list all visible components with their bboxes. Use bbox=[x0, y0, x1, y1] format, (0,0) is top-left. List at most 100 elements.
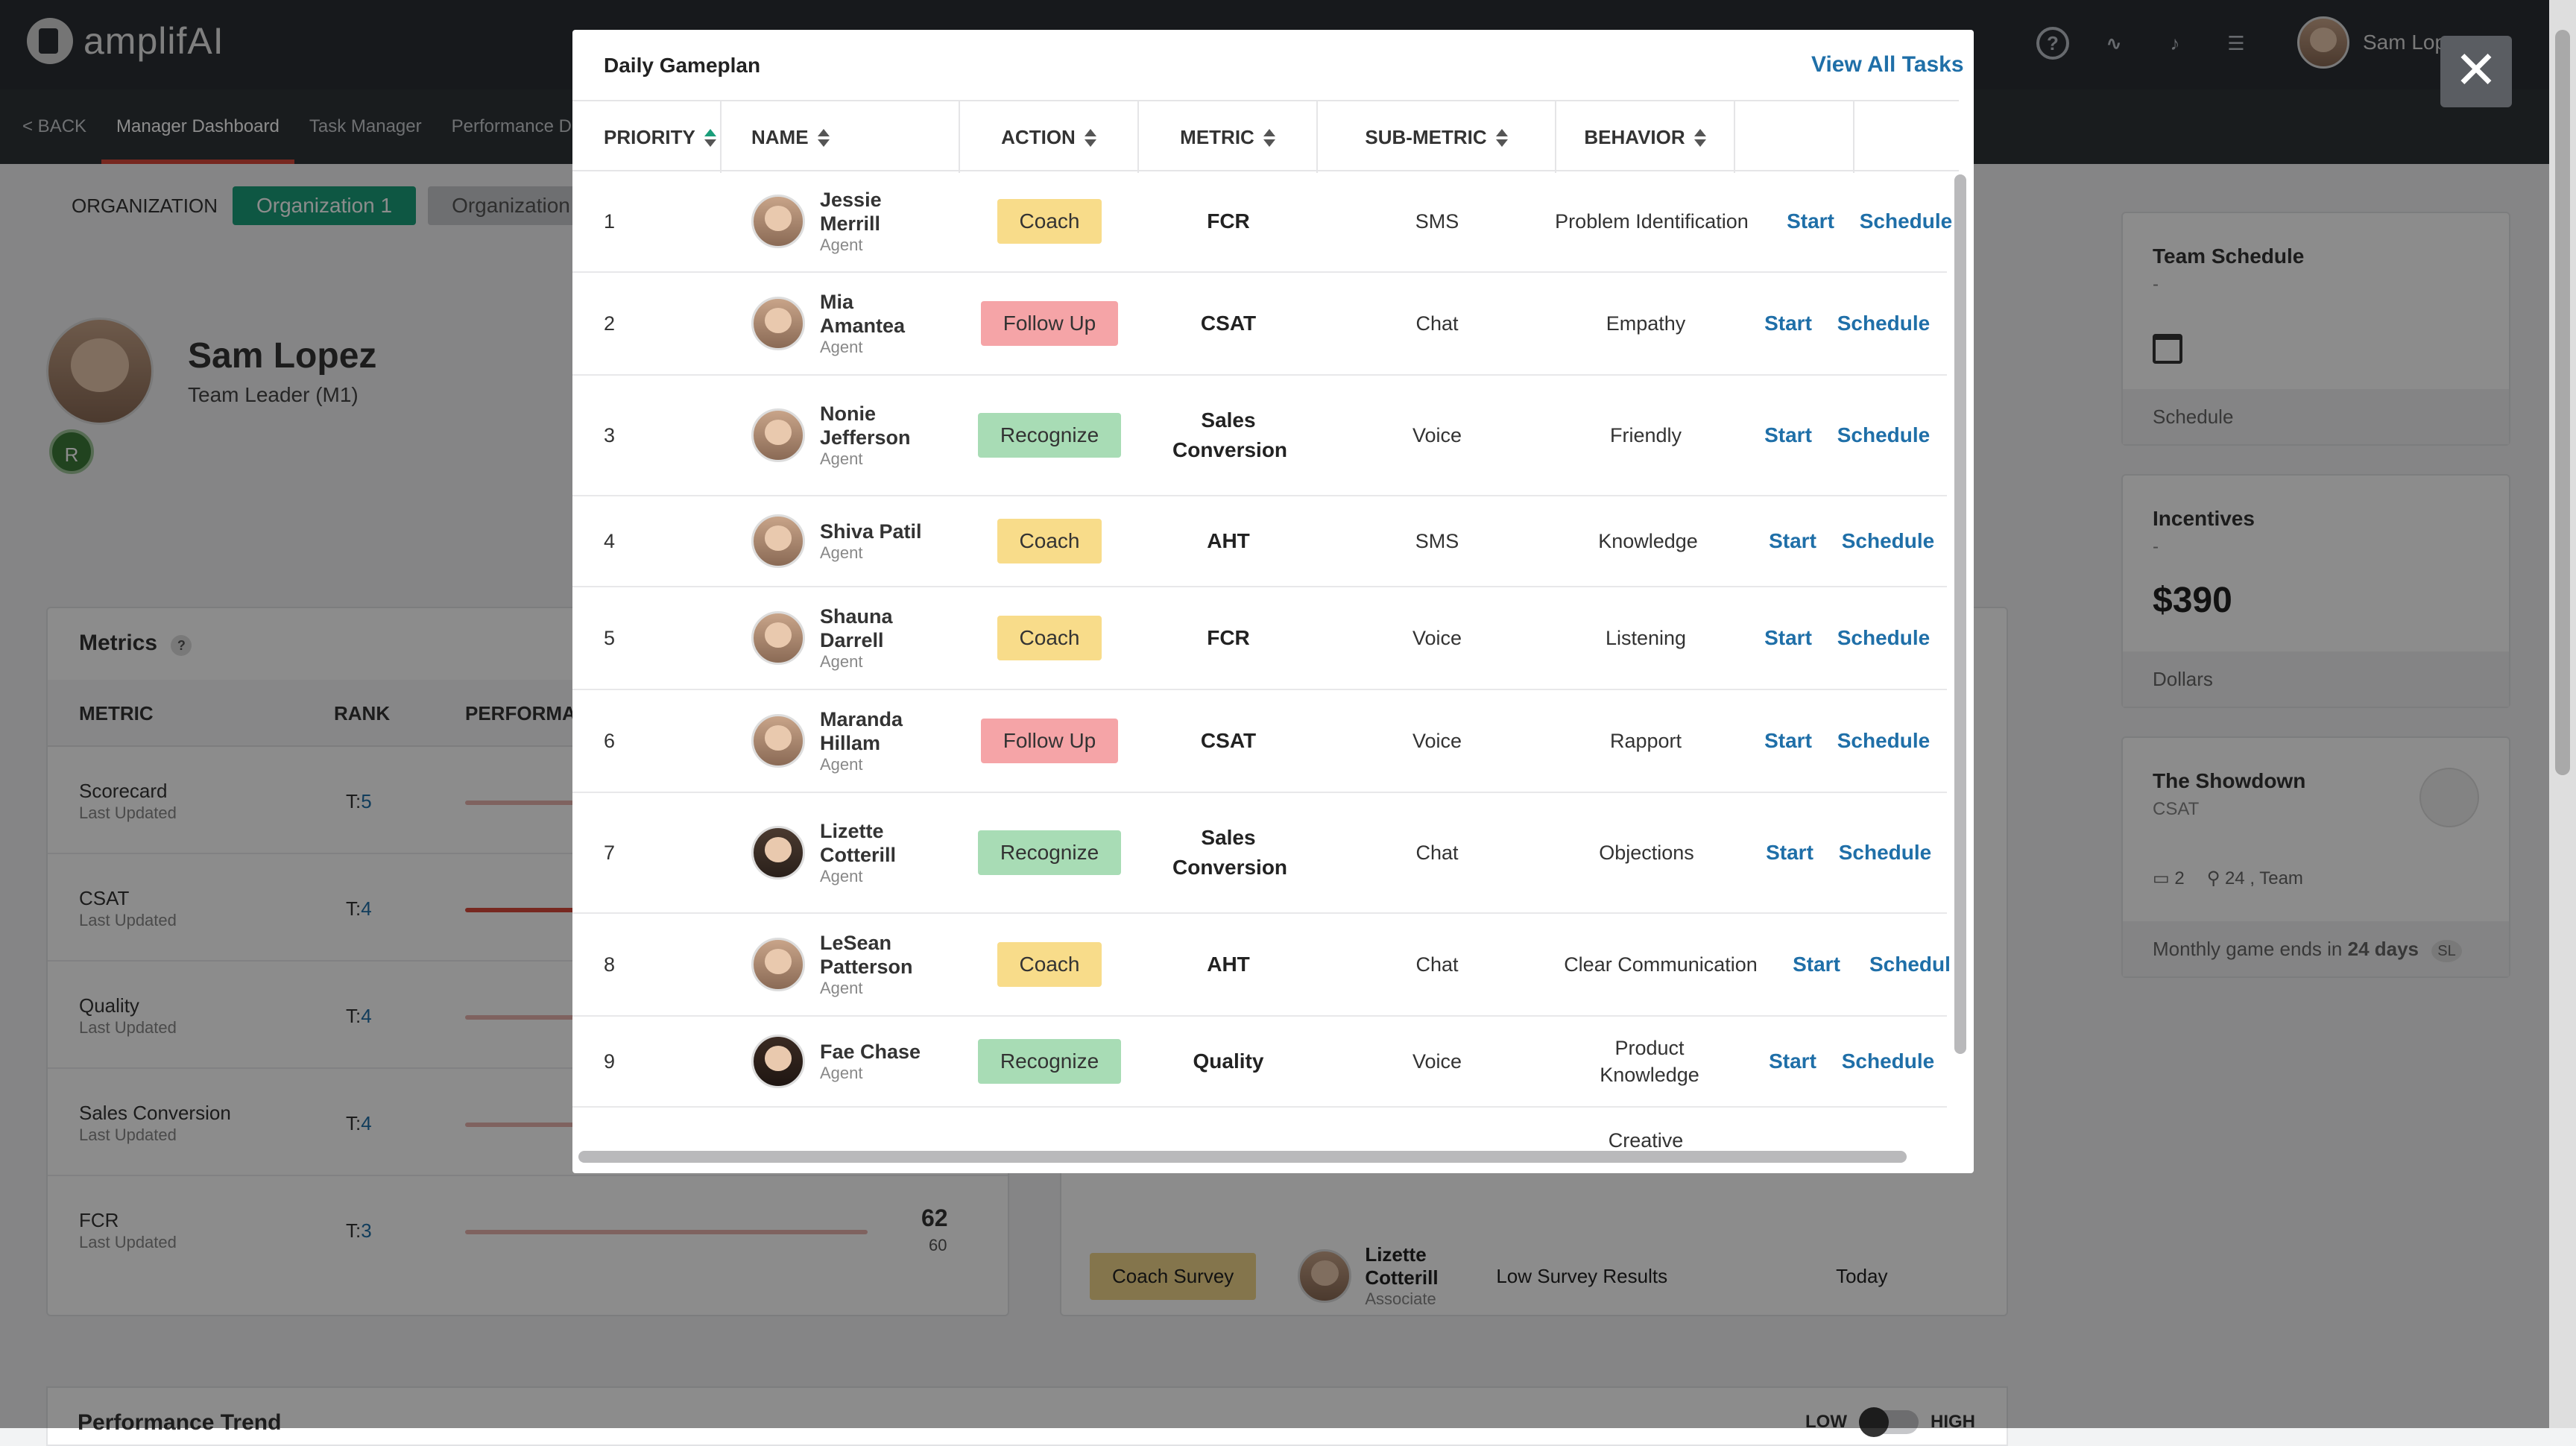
person-role: Agent bbox=[820, 338, 863, 356]
row-start: Start bbox=[1740, 690, 1837, 792]
start-link[interactable]: Start bbox=[1793, 953, 1840, 976]
row-metric: Sales Conversion bbox=[1146, 793, 1310, 912]
table-row[interactable]: 8 LeSean Patterson Agent Coach AHT Chat C… bbox=[572, 914, 1951, 1017]
row-priority: 2 bbox=[604, 312, 616, 335]
row-action: Recognize bbox=[967, 376, 1131, 495]
row-metric: FCR bbox=[1146, 171, 1310, 271]
person-name: Shiva Patil bbox=[820, 520, 922, 543]
person-info: Shauna Darrell Agent bbox=[820, 604, 932, 672]
start-link[interactable]: Start bbox=[1764, 729, 1812, 753]
person-info: Shiva Patil Agent bbox=[820, 520, 939, 563]
action-chip[interactable]: Recognize bbox=[977, 1039, 1122, 1084]
page-scrollbar-thumb[interactable] bbox=[2555, 30, 2570, 775]
person-avatar bbox=[751, 611, 805, 665]
start-link[interactable]: Start bbox=[1787, 209, 1834, 233]
schedule-link[interactable]: Schedule bbox=[1837, 626, 1930, 650]
schedule-link[interactable]: Schedule bbox=[1842, 1049, 1934, 1073]
person-avatar bbox=[751, 714, 805, 768]
gameplan-table-body[interactable]: 1 Jessie Merrill Agent Coach FCR SMS Prob… bbox=[572, 171, 1959, 1173]
table-row[interactable]: 4 Shiva Patil Agent Coach AHT SMS Knowled… bbox=[572, 496, 1947, 587]
page-scrollbar[interactable] bbox=[2549, 0, 2576, 1428]
row-behavior: Knowledge bbox=[1598, 529, 1698, 552]
person-avatar bbox=[751, 938, 805, 991]
col-metric-label: METRIC bbox=[1180, 126, 1254, 148]
row-schedule: Schedule bbox=[1835, 273, 1932, 374]
schedule-link[interactable]: Schedule bbox=[1837, 312, 1930, 335]
person-role: Agent bbox=[820, 236, 863, 254]
row-start: Start bbox=[1740, 587, 1837, 689]
table-horizontal-scrollbar[interactable] bbox=[578, 1148, 1966, 1166]
col-sub-metric[interactable]: SUB-METRIC bbox=[1318, 101, 1556, 173]
table-row[interactable]: 3 Nonie Jefferson Agent Recognize Sales C… bbox=[572, 376, 1947, 496]
person-role: Agent bbox=[820, 867, 863, 885]
col-metric[interactable]: METRIC bbox=[1139, 101, 1318, 173]
metric-value: FCR bbox=[1207, 626, 1250, 649]
person-name: Nonie Jefferson bbox=[820, 402, 911, 449]
row-priority: 3 bbox=[604, 423, 616, 446]
metric-value: CSAT bbox=[1200, 312, 1257, 335]
table-row[interactable]: 7 Lizette Cotterill Agent Recognize Sales… bbox=[572, 793, 1947, 914]
vertical-scroll-thumb[interactable] bbox=[1954, 174, 1966, 1054]
row-sub-metric: Chat bbox=[1415, 312, 1459, 335]
schedule-link[interactable]: Schedul bbox=[1869, 953, 1951, 976]
schedule-link[interactable]: Schedule bbox=[1837, 729, 1930, 753]
action-chip[interactable]: Coach bbox=[997, 942, 1102, 987]
col-action[interactable]: ACTION bbox=[960, 101, 1139, 173]
sort-icon[interactable] bbox=[1495, 129, 1508, 148]
schedule-link[interactable]: Schedule bbox=[1842, 529, 1934, 553]
close-icon[interactable]: ✕ bbox=[2440, 36, 2512, 107]
sort-icon[interactable] bbox=[817, 129, 830, 148]
action-chip[interactable]: Recognize bbox=[977, 413, 1122, 458]
col-priority[interactable]: PRIORITY bbox=[572, 101, 722, 173]
action-chip[interactable]: Follow Up bbox=[980, 301, 1119, 346]
person-avatar bbox=[751, 514, 805, 568]
table-vertical-scrollbar[interactable] bbox=[1951, 174, 1969, 1091]
person-role: Agent bbox=[820, 979, 863, 997]
horizontal-scroll-thumb[interactable] bbox=[578, 1151, 1907, 1163]
sort-icon[interactable] bbox=[704, 129, 716, 148]
col-name[interactable]: NAME bbox=[722, 101, 960, 173]
schedule-link[interactable]: Schedule bbox=[1839, 841, 1931, 865]
metric-value: AHT bbox=[1207, 529, 1250, 552]
sort-icon[interactable] bbox=[1084, 129, 1096, 148]
table-row[interactable]: 2 Mia Amantea Agent Follow Up CSAT Chat E… bbox=[572, 273, 1947, 376]
schedule-link[interactable]: Schedule bbox=[1837, 423, 1930, 447]
action-chip[interactable]: Coach bbox=[997, 519, 1102, 563]
person-name: Shauna Darrell bbox=[820, 605, 893, 651]
row-action: Coach bbox=[967, 587, 1131, 689]
row-behavior: Product Knowledge bbox=[1600, 1037, 1699, 1086]
row-behavior: Objections bbox=[1599, 841, 1694, 864]
row-schedule: Schedule bbox=[1835, 376, 1932, 495]
row-metric: AHT bbox=[1146, 496, 1310, 586]
action-chip[interactable]: Follow Up bbox=[980, 719, 1119, 763]
start-link[interactable]: Start bbox=[1769, 529, 1816, 553]
row-schedule: Schedule bbox=[1835, 690, 1932, 792]
metric-value: CSAT bbox=[1200, 729, 1257, 752]
person-role: Agent bbox=[820, 1064, 863, 1082]
start-link[interactable]: Start bbox=[1764, 312, 1812, 335]
start-link[interactable]: Start bbox=[1766, 841, 1813, 865]
start-link[interactable]: Start bbox=[1769, 1049, 1816, 1073]
table-row[interactable]: 5 Shauna Darrell Agent Coach FCR Voice Li… bbox=[572, 587, 1947, 690]
row-priority: 5 bbox=[604, 626, 616, 649]
action-chip[interactable]: Recognize bbox=[977, 830, 1122, 875]
col-action-label: ACTION bbox=[1001, 126, 1076, 148]
action-chip[interactable]: Coach bbox=[997, 616, 1102, 660]
table-row[interactable]: 6 Maranda Hillam Agent Follow Up CSAT Voi… bbox=[572, 690, 1947, 793]
schedule-link[interactable]: Schedule bbox=[1860, 209, 1952, 233]
action-chip[interactable]: Coach bbox=[997, 199, 1102, 244]
table-row[interactable]: 9 Fae Chase Agent Recognize Quality Voice… bbox=[572, 1017, 1947, 1108]
row-priority: 9 bbox=[604, 1049, 616, 1073]
start-link[interactable]: Start bbox=[1764, 626, 1812, 650]
row-priority: 4 bbox=[604, 529, 616, 552]
sort-icon[interactable] bbox=[1263, 129, 1275, 148]
table-row[interactable]: 1 Jessie Merrill Agent Coach FCR SMS Prob… bbox=[572, 171, 1952, 273]
row-action: Coach bbox=[967, 171, 1131, 271]
view-all-tasks-link[interactable]: View All Tasks bbox=[1811, 52, 1964, 78]
sort-icon[interactable] bbox=[1693, 129, 1706, 148]
metric-value: Sales Conversion bbox=[1172, 826, 1288, 879]
row-action: Recognize bbox=[967, 1017, 1131, 1106]
start-link[interactable]: Start bbox=[1764, 423, 1812, 447]
col-behavior[interactable]: BEHAVIOR bbox=[1556, 101, 1735, 173]
row-metric: CSAT bbox=[1146, 690, 1310, 792]
